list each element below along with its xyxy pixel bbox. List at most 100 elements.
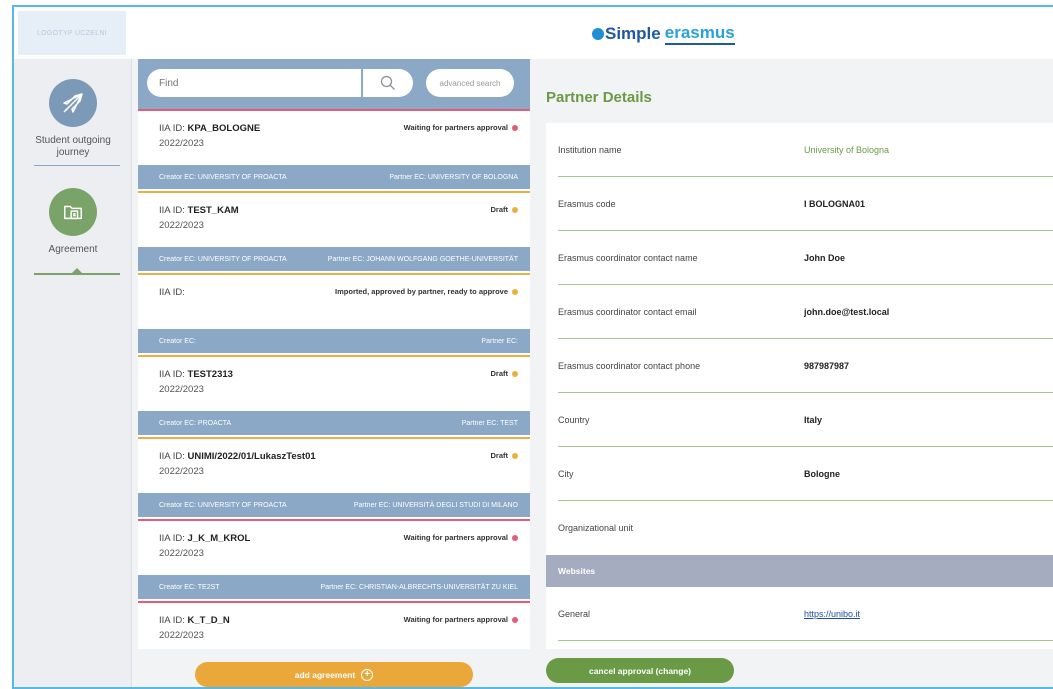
card-footer: Creator EC: TE2ST Partner EC: CHRISTIAN-… xyxy=(138,575,530,599)
creator-ec: Creator EC: UNIVERSITY OF PROACTA xyxy=(159,173,287,181)
sidebar-item-label: Agreement xyxy=(48,244,98,255)
search-bar: advanced search xyxy=(138,59,530,109)
detail-row-coordinator-email: Erasmus coordinator contact email john.d… xyxy=(546,285,1053,339)
plane-icon xyxy=(49,79,97,127)
top-header: LOGOTYP UCZELNI Simple erasmus xyxy=(14,7,1053,59)
add-agreement-button[interactable]: add agreement + xyxy=(195,662,473,687)
status-dot-icon xyxy=(512,370,518,377)
sidebar: Student outgoing journey Agreement xyxy=(14,59,132,687)
creator-ec: Creator EC: PROACTA xyxy=(159,419,232,427)
status-dot-icon xyxy=(512,534,518,541)
agreement-card[interactable]: IIA ID: J_K_M_KROL 2022/2023 Waiting for… xyxy=(138,519,530,601)
detail-value: 987987987 xyxy=(804,361,850,371)
search-button[interactable] xyxy=(363,69,413,97)
advanced-search-button[interactable]: advanced search xyxy=(426,69,514,97)
folder-document-icon xyxy=(49,188,97,236)
academic-year: 2022/2023 xyxy=(159,466,204,477)
status-badge: Waiting for partners approval xyxy=(404,615,518,624)
plus-circle-icon: + xyxy=(361,668,374,681)
detail-label: General xyxy=(558,609,591,619)
sidebar-item-agreement[interactable]: Agreement xyxy=(14,188,132,256)
brand-logo: Simple erasmus xyxy=(592,21,735,47)
status-badge: Draft xyxy=(490,451,518,460)
status-dot-icon xyxy=(512,288,518,295)
detail-row-country: Country Italy xyxy=(546,393,1053,447)
card-footer: Creator EC: Partner EC: xyxy=(138,329,530,353)
detail-label: Erasmus coordinator contact email xyxy=(558,307,697,317)
partner-ec: Partner EC: xyxy=(481,337,518,345)
agreement-card[interactable]: IIA ID: Imported, approved by partner, r… xyxy=(138,273,530,355)
agreement-card[interactable]: IIA ID: UNIMI/2022/01/LukaszTest01 2022/… xyxy=(138,437,530,519)
page-title: Partner Details xyxy=(546,89,652,106)
detail-row-city: City Bologne xyxy=(546,447,1053,501)
detail-label: Erasmus coordinator contact phone xyxy=(558,361,701,371)
detail-label: Institution name xyxy=(558,145,622,155)
detail-row-organizational-unit: Organizational unit xyxy=(546,501,1053,555)
partner-ec: Partner EC: JOHANN WOLFGANG GOETHE-UNIVE… xyxy=(327,255,518,263)
partner-details-table: Institution name University of Bologna E… xyxy=(546,123,1053,649)
cancel-approval-button[interactable]: cancel approval (change) xyxy=(546,658,734,683)
partner-ec: Partner EC: TEST xyxy=(461,419,518,427)
partner-ec: Partner EC: CHRISTIAN-ALBRECHTS-UNIVERSI… xyxy=(320,583,518,591)
agreement-list-panel: advanced search IIA ID: KPA_BOLOGNE 2022… xyxy=(138,59,530,687)
detail-row-erasmus-code: Erasmus code I BOLOGNA01 xyxy=(546,177,1053,231)
detail-row-coordinator-phone: Erasmus coordinator contact phone 987987… xyxy=(546,339,1053,393)
agreement-card[interactable]: IIA ID: KPA_BOLOGNE 2022/2023 Waiting fo… xyxy=(138,109,530,191)
brand-dot-icon xyxy=(592,28,604,40)
detail-value: I BOLOGNA01 xyxy=(804,199,866,209)
iia-id: IIA ID: TEST2313 xyxy=(159,369,233,380)
partner-ec: Partner EC: UNIVERSITÀ DEGLI STUDI DI MI… xyxy=(353,501,518,509)
status-badge: Draft xyxy=(490,205,518,214)
detail-label: City xyxy=(558,469,574,479)
academic-year: 2022/2023 xyxy=(159,630,204,641)
search-input[interactable] xyxy=(147,69,361,97)
websites-section-header: Websites xyxy=(546,555,1053,587)
card-footer: Creator EC: UNIVERSITY OF PROACTA Partne… xyxy=(138,247,530,271)
add-agreement-label: add agreement xyxy=(294,669,356,680)
sidebar-active-divider xyxy=(34,273,120,275)
academic-year: 2022/2023 xyxy=(159,220,204,231)
detail-value: University of Bologna xyxy=(804,145,890,155)
academic-year: 2022/2023 xyxy=(159,548,204,559)
detail-label: Organizational unit xyxy=(558,523,634,533)
creator-ec: Creator EC: TE2ST xyxy=(159,583,220,591)
sidebar-item-label: Student outgoing journey xyxy=(35,135,111,158)
status-badge: Draft xyxy=(490,369,518,378)
sidebar-divider xyxy=(34,165,120,166)
partner-details-panel: Partner Details Institution name Univers… xyxy=(544,59,1053,687)
partner-ec: Partner EC: UNIVERSITY OF BOLOGNA xyxy=(389,173,518,181)
card-footer: Creator EC: PROACTA Partner EC: TEST xyxy=(138,411,530,435)
sidebar-item-student-outgoing-journey[interactable]: Student outgoing journey xyxy=(14,79,132,159)
status-dot-icon xyxy=(512,124,518,131)
academic-year: 2022/2023 xyxy=(159,138,204,149)
creator-ec: Creator EC: UNIVERSITY OF PROACTA xyxy=(159,255,287,263)
agreement-card[interactable]: IIA ID: TEST_KAM 2022/2023 Draft Creator… xyxy=(138,191,530,273)
iia-id: IIA ID: TEST_KAM xyxy=(159,205,239,216)
detail-value: Italy xyxy=(804,415,823,425)
creator-ec: Creator EC: xyxy=(159,337,196,345)
status-badge: Waiting for partners approval xyxy=(404,123,518,132)
app-window: LOGOTYP UCZELNI Simple erasmus Student o… xyxy=(12,5,1053,689)
university-logo: LOGOTYP UCZELNI xyxy=(18,11,126,55)
status-dot-icon xyxy=(512,616,518,623)
detail-row-coordinator-name: Erasmus coordinator contact name John Do… xyxy=(546,231,1053,285)
status-badge: Waiting for partners approval xyxy=(404,533,518,542)
agreement-list: IIA ID: KPA_BOLOGNE 2022/2023 Waiting fo… xyxy=(138,109,530,649)
website-link[interactable]: https://unibo.it xyxy=(804,609,860,619)
status-dot-icon xyxy=(512,452,518,459)
status-dot-icon xyxy=(512,206,518,213)
detail-row-website-general: General https://unibo.it xyxy=(546,587,1053,641)
card-footer: Creator EC: UNIVERSITY OF PROACTA Partne… xyxy=(138,493,530,517)
detail-row-institution-name: Institution name University of Bologna xyxy=(546,123,1053,177)
brand-erasmus-text: erasmus xyxy=(664,23,735,45)
brand-simple-text: Simple xyxy=(605,24,661,43)
iia-id: IIA ID: UNIMI/2022/01/LukaszTest01 xyxy=(159,451,316,462)
detail-value: john.doe@test.local xyxy=(804,307,890,317)
detail-label: Erasmus code xyxy=(558,199,616,209)
detail-label: Erasmus coordinator contact name xyxy=(558,253,698,263)
detail-value: Bologne xyxy=(804,469,840,479)
detail-label: Country xyxy=(558,415,590,425)
academic-year: 2022/2023 xyxy=(159,384,204,395)
agreement-card[interactable]: IIA ID: TEST2313 2022/2023 Draft Creator… xyxy=(138,355,530,437)
agreement-card[interactable]: IIA ID: K_T_D_N 2022/2023 Waiting for pa… xyxy=(138,601,530,649)
